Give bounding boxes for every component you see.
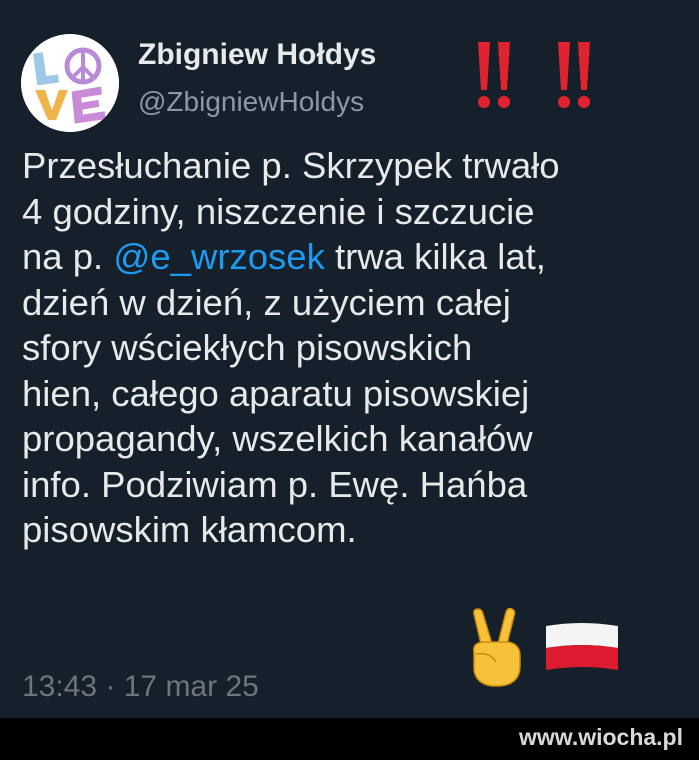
- tweet-text-segment: trwa kilka lat,: [324, 236, 546, 277]
- poland-flag-emoji-icon: [546, 623, 618, 670]
- tweet-text-line: Przesłuchanie p. Skrzypek trwało: [22, 143, 682, 189]
- tweet-timestamp[interactable]: 13:43 · 17 mar 25: [22, 670, 259, 704]
- tweet-text-line: 4 godziny, niszczenie i szczucie: [22, 189, 682, 235]
- tweet-text-segment: propagandy, wszelkich kanałów: [22, 418, 533, 459]
- tweet-text-line: propagandy, wszelkich kanałów: [22, 416, 682, 462]
- tweet-text-segment: pisowskim kłamcom.: [22, 509, 357, 550]
- tweet-card: Zbigniew Hołdys @ZbigniewHoldys Przesłuc…: [0, 0, 699, 718]
- author-handle[interactable]: @ZbigniewHoldys: [138, 86, 364, 118]
- site-watermark: www.wiocha.pl: [519, 724, 683, 750]
- mention-link[interactable]: @e_wrzosek: [113, 236, 325, 277]
- tweet-text-line: sfory wściekłych pisowskich: [22, 325, 682, 371]
- tweet-text-segment: 4 godziny, niszczenie i szczucie: [22, 190, 535, 232]
- tweet-text: Przesłuchanie p. Skrzypek trwało 4 godzin…: [22, 143, 682, 553]
- tweet-text-line: dzień w dzień, z użyciem całej: [22, 280, 682, 326]
- tweet-text-segment: na p.: [22, 236, 114, 277]
- tweet-text-line: pisowskim kłamcom.: [22, 507, 682, 553]
- avatar[interactable]: [21, 34, 119, 132]
- double-exclamation-emoji-icon: [478, 42, 590, 108]
- tweet-text-line: na p. @e_wrzosek trwa kilka lat,: [22, 234, 682, 280]
- love-avatar-image: [21, 34, 119, 132]
- tweet-text-segment: info. Podziwiam p. Ewę. Hańba: [22, 463, 528, 505]
- tweet-text-line: info. Podziwiam p. Ewę. Hańba: [22, 462, 682, 508]
- watermark-bar: www.wiocha.pl: [0, 718, 699, 760]
- victory-hand-emoji-icon: [472, 608, 521, 687]
- tweet-text-segment: Przesłuchanie p. Skrzypek trwało: [22, 145, 560, 186]
- author-name[interactable]: Zbigniew Hołdys: [138, 38, 376, 72]
- tweet-text-line: hien, całego aparatu pisowskiej: [22, 371, 682, 417]
- tweet-text-segment: hien, całego aparatu pisowskiej: [22, 372, 530, 414]
- tweet-text-segment: sfory wściekłych pisowskich: [22, 327, 473, 368]
- tweet-text-segment: dzień w dzień, z użyciem całej: [22, 281, 511, 323]
